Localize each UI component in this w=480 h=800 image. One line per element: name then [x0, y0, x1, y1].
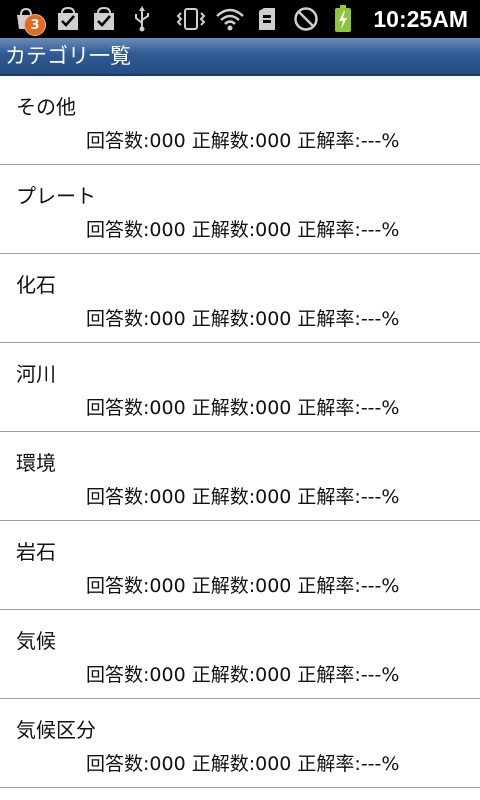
- list-item-category[interactable]: 気候 回答数:000 正解数:000 正解率:---%: [0, 610, 480, 699]
- list-item-category[interactable]: 化石 回答数:000 正解数:000 正解率:---%: [0, 254, 480, 343]
- status-clock: 10:25AM: [373, 6, 468, 32]
- category-stats: 回答数:000 正解数:000 正解率:---%: [86, 130, 400, 152]
- sd-card-icon: [256, 6, 278, 32]
- category-name: プレート: [16, 184, 96, 208]
- list-item-category[interactable]: 環境 回答数:000 正解数:000 正解率:---%: [0, 432, 480, 521]
- category-name: 気候: [16, 629, 56, 653]
- category-name: 化石: [16, 273, 56, 297]
- usb-icon: [132, 6, 152, 32]
- page-title: カテゴリ一覧: [5, 44, 131, 68]
- list-item-category[interactable]: プレート 回答数:000 正解数:000 正解率:---%: [0, 165, 480, 254]
- battery-charging-icon: [332, 5, 354, 32]
- category-list: その他 回答数:000 正解数:000 正解率:---% プレート 回答数:00…: [0, 76, 480, 788]
- category-stats: 回答数:000 正解数:000 正解率:---%: [86, 575, 400, 597]
- notification-count-badge: 3: [24, 14, 46, 36]
- download-done-icon[interactable]: [56, 6, 80, 32]
- category-name: 河川: [16, 362, 56, 386]
- title-bar: カテゴリ一覧: [0, 38, 480, 76]
- list-item-category[interactable]: 気候区分 回答数:000 正解数:000 正解率:---%: [0, 699, 480, 788]
- no-signal-icon: [292, 6, 320, 32]
- category-stats: 回答数:000 正解数:000 正解率:---%: [86, 664, 400, 686]
- list-item-category[interactable]: その他 回答数:000 正解数:000 正解率:---%: [0, 76, 480, 165]
- wifi-icon: [214, 6, 246, 32]
- download-done-icon[interactable]: [92, 6, 116, 32]
- list-item-category[interactable]: 河川 回答数:000 正解数:000 正解率:---%: [0, 343, 480, 432]
- list-item-category[interactable]: 岩石 回答数:000 正解数:000 正解率:---%: [0, 521, 480, 610]
- vibrate-icon: [174, 6, 208, 32]
- category-name: 環境: [16, 451, 56, 475]
- category-name: その他: [16, 95, 76, 119]
- category-stats: 回答数:000 正解数:000 正解率:---%: [86, 753, 400, 775]
- status-bar: 3 10:25AM: [0, 0, 480, 38]
- category-stats: 回答数:000 正解数:000 正解率:---%: [86, 486, 400, 508]
- category-stats: 回答数:000 正解数:000 正解率:---%: [86, 308, 400, 330]
- category-name: 岩石: [16, 540, 56, 564]
- category-stats: 回答数:000 正解数:000 正解率:---%: [86, 397, 400, 419]
- category-stats: 回答数:000 正解数:000 正解率:---%: [86, 219, 400, 241]
- category-name: 気候区分: [16, 718, 96, 742]
